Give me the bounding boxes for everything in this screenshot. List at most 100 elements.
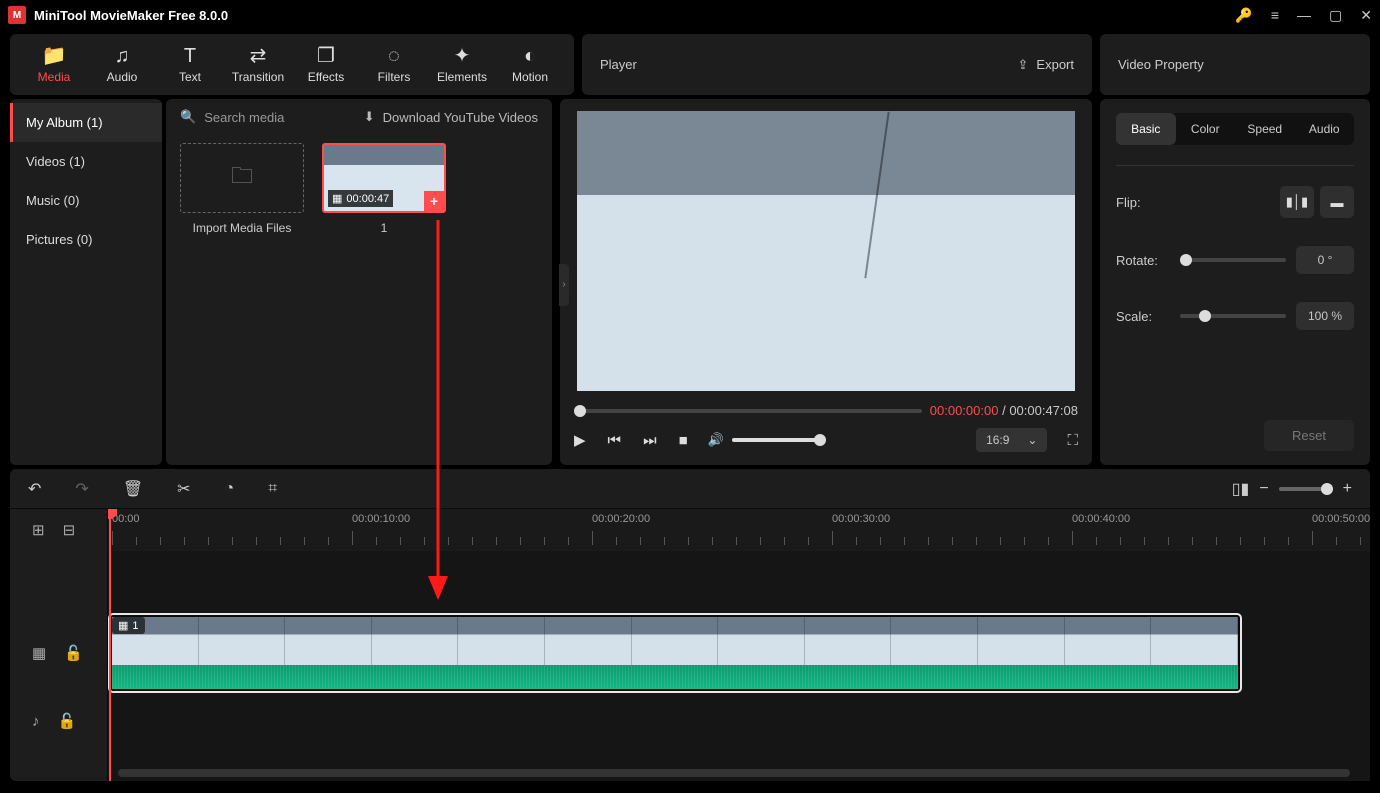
titlebar: M MiniTool MovieMaker Free 8.0.0 🔑 ≡ — ▢…: [0, 0, 1380, 30]
album-item-myalbum[interactable]: My Album (1): [10, 103, 162, 142]
tool-effects[interactable]: ❐Effects: [292, 37, 360, 93]
album-item-pictures[interactable]: Pictures (0): [10, 220, 162, 259]
album-sidebar: My Album (1) Videos (1) Music (0) Pictur…: [10, 99, 162, 465]
video-track-icon: ▦: [32, 644, 46, 662]
fit-button[interactable]: ▯▮: [1232, 479, 1250, 499]
filters-icon: ◌: [388, 46, 400, 66]
expand-panel-button[interactable]: ›: [559, 264, 569, 306]
key-icon[interactable]: 🔑: [1235, 7, 1252, 24]
property-pane: Basic Color Speed Audio Flip: ▮│▮ ▬ Rota…: [1100, 99, 1370, 465]
player-pane: › 00:00:00:00 / 00:00:47:08 ▶ ⏮ ⏭ ■ 🔊: [560, 99, 1092, 465]
fullscreen-button[interactable]: ⛶: [1067, 432, 1078, 449]
crop-button[interactable]: ⌗: [268, 480, 277, 498]
timeline-scrollbar[interactable]: [118, 769, 1350, 777]
tool-audio[interactable]: ♫Audio: [88, 37, 156, 93]
flip-label: Flip:: [1116, 195, 1170, 210]
close-icon[interactable]: ✕: [1360, 7, 1372, 24]
undo-button[interactable]: ↶: [28, 479, 41, 499]
folder-icon: 📁: [42, 46, 67, 66]
time-ruler[interactable]: 00:0000:00:10:0000:00:20:0000:00:30:0000…: [108, 509, 1370, 551]
playhead[interactable]: [109, 509, 111, 781]
play-button[interactable]: ▶: [574, 431, 586, 449]
music-icon: ♫: [115, 46, 130, 66]
video-clip-track[interactable]: ▦1: [108, 613, 1242, 693]
next-frame-button[interactable]: ⏭: [643, 432, 657, 449]
delete-button[interactable]: 🗑: [123, 479, 143, 499]
audio-waveform: [112, 665, 1238, 689]
redo-button[interactable]: ↷: [75, 479, 88, 499]
scrub-bar[interactable]: [574, 409, 922, 413]
flip-vertical-button[interactable]: ▬: [1320, 186, 1354, 218]
search-input[interactable]: 🔍 Search media: [180, 109, 356, 125]
split-button[interactable]: ✂: [177, 479, 190, 499]
import-media-label: Import Media Files: [193, 221, 292, 235]
tool-transition[interactable]: ⇄Transition: [224, 37, 292, 93]
tab-audio[interactable]: Audio: [1295, 113, 1355, 145]
folder-icon: 🗀: [231, 159, 253, 197]
volume-slider[interactable]: [732, 438, 822, 442]
menu-icon[interactable]: ≡: [1271, 7, 1279, 23]
flip-horizontal-button[interactable]: ▮│▮: [1280, 186, 1314, 218]
player-header: Player ⇪ Export: [582, 34, 1092, 95]
speed-button[interactable]: ◔: [225, 480, 235, 498]
zoom-in-button[interactable]: +: [1343, 480, 1352, 498]
rotate-label: Rotate:: [1116, 253, 1170, 268]
app-title: MiniTool MovieMaker Free 8.0.0: [34, 8, 1235, 23]
rotate-slider[interactable]: [1180, 258, 1286, 262]
aspect-ratio-select[interactable]: 16:9 ⌄: [976, 428, 1047, 452]
album-item-music[interactable]: Music (0): [10, 181, 162, 220]
export-button[interactable]: ⇪ Export: [1018, 57, 1074, 73]
album-item-videos[interactable]: Videos (1): [10, 142, 162, 181]
scale-label: Scale:: [1116, 309, 1170, 324]
video-icon: ▦: [332, 192, 342, 205]
text-icon: T: [184, 46, 196, 66]
search-icon: 🔍: [180, 109, 196, 125]
video-track-lock[interactable]: 🔓: [64, 644, 83, 662]
zoom-slider[interactable]: [1279, 487, 1333, 491]
motion-icon: ◐: [524, 46, 536, 66]
collapse-tracks-button[interactable]: ⊟: [63, 521, 76, 539]
tool-filters[interactable]: ◌Filters: [360, 37, 428, 93]
rotate-value[interactable]: 0 °: [1296, 246, 1354, 274]
media-clip-thumb[interactable]: ▦ 00:00:47 +: [322, 143, 446, 213]
elements-icon: ✦: [454, 46, 471, 66]
tool-media[interactable]: 📁Media: [20, 37, 88, 93]
clip-caption: 1: [381, 221, 388, 235]
tool-text[interactable]: TText: [156, 37, 224, 93]
minimize-icon[interactable]: —: [1297, 7, 1311, 23]
add-track-button[interactable]: ⊞: [32, 521, 45, 539]
video-icon: ▦: [118, 619, 128, 632]
tool-motion[interactable]: ◐Motion: [496, 37, 564, 93]
app-logo: M: [8, 6, 26, 24]
import-media-button[interactable]: 🗀: [180, 143, 304, 213]
main-toolbar: 📁Media ♫Audio TText ⇄Transition ❐Effects…: [10, 34, 574, 95]
property-tabs: Basic Color Speed Audio: [1116, 113, 1354, 145]
volume-icon[interactable]: 🔊: [708, 432, 724, 448]
scale-value[interactable]: 100 %: [1296, 302, 1354, 330]
prev-frame-button[interactable]: ⏮: [608, 432, 622, 449]
maximize-icon[interactable]: ▢: [1329, 7, 1342, 24]
video-preview[interactable]: [577, 111, 1075, 391]
clip-duration: ▦ 00:00:47: [328, 190, 393, 207]
audio-track-icon: ♪: [32, 713, 40, 730]
export-icon: ⇪: [1018, 57, 1029, 73]
download-icon: ⬇: [364, 109, 375, 125]
audio-track-lock[interactable]: 🔓: [58, 712, 77, 730]
media-pane: 🔍 Search media ⬇ Download YouTube Videos…: [166, 99, 552, 465]
reset-button[interactable]: Reset: [1264, 420, 1354, 451]
tab-color[interactable]: Color: [1176, 113, 1236, 145]
tab-basic[interactable]: Basic: [1116, 113, 1176, 145]
scale-slider[interactable]: [1180, 314, 1286, 318]
zoom-out-button[interactable]: −: [1259, 480, 1268, 498]
download-youtube-button[interactable]: ⬇ Download YouTube Videos: [364, 109, 538, 125]
property-header: Video Property: [1100, 34, 1370, 95]
transition-icon: ⇄: [250, 46, 267, 66]
tab-speed[interactable]: Speed: [1235, 113, 1295, 145]
tool-elements[interactable]: ✦Elements: [428, 37, 496, 93]
timecode: 00:00:00:00 / 00:00:47:08: [930, 403, 1078, 418]
player-header-label: Player: [600, 57, 637, 72]
audio-track[interactable]: [108, 693, 1370, 749]
stop-button[interactable]: ■: [679, 432, 688, 449]
add-clip-button[interactable]: +: [424, 191, 444, 211]
chevron-down-icon: ⌄: [1027, 433, 1037, 447]
